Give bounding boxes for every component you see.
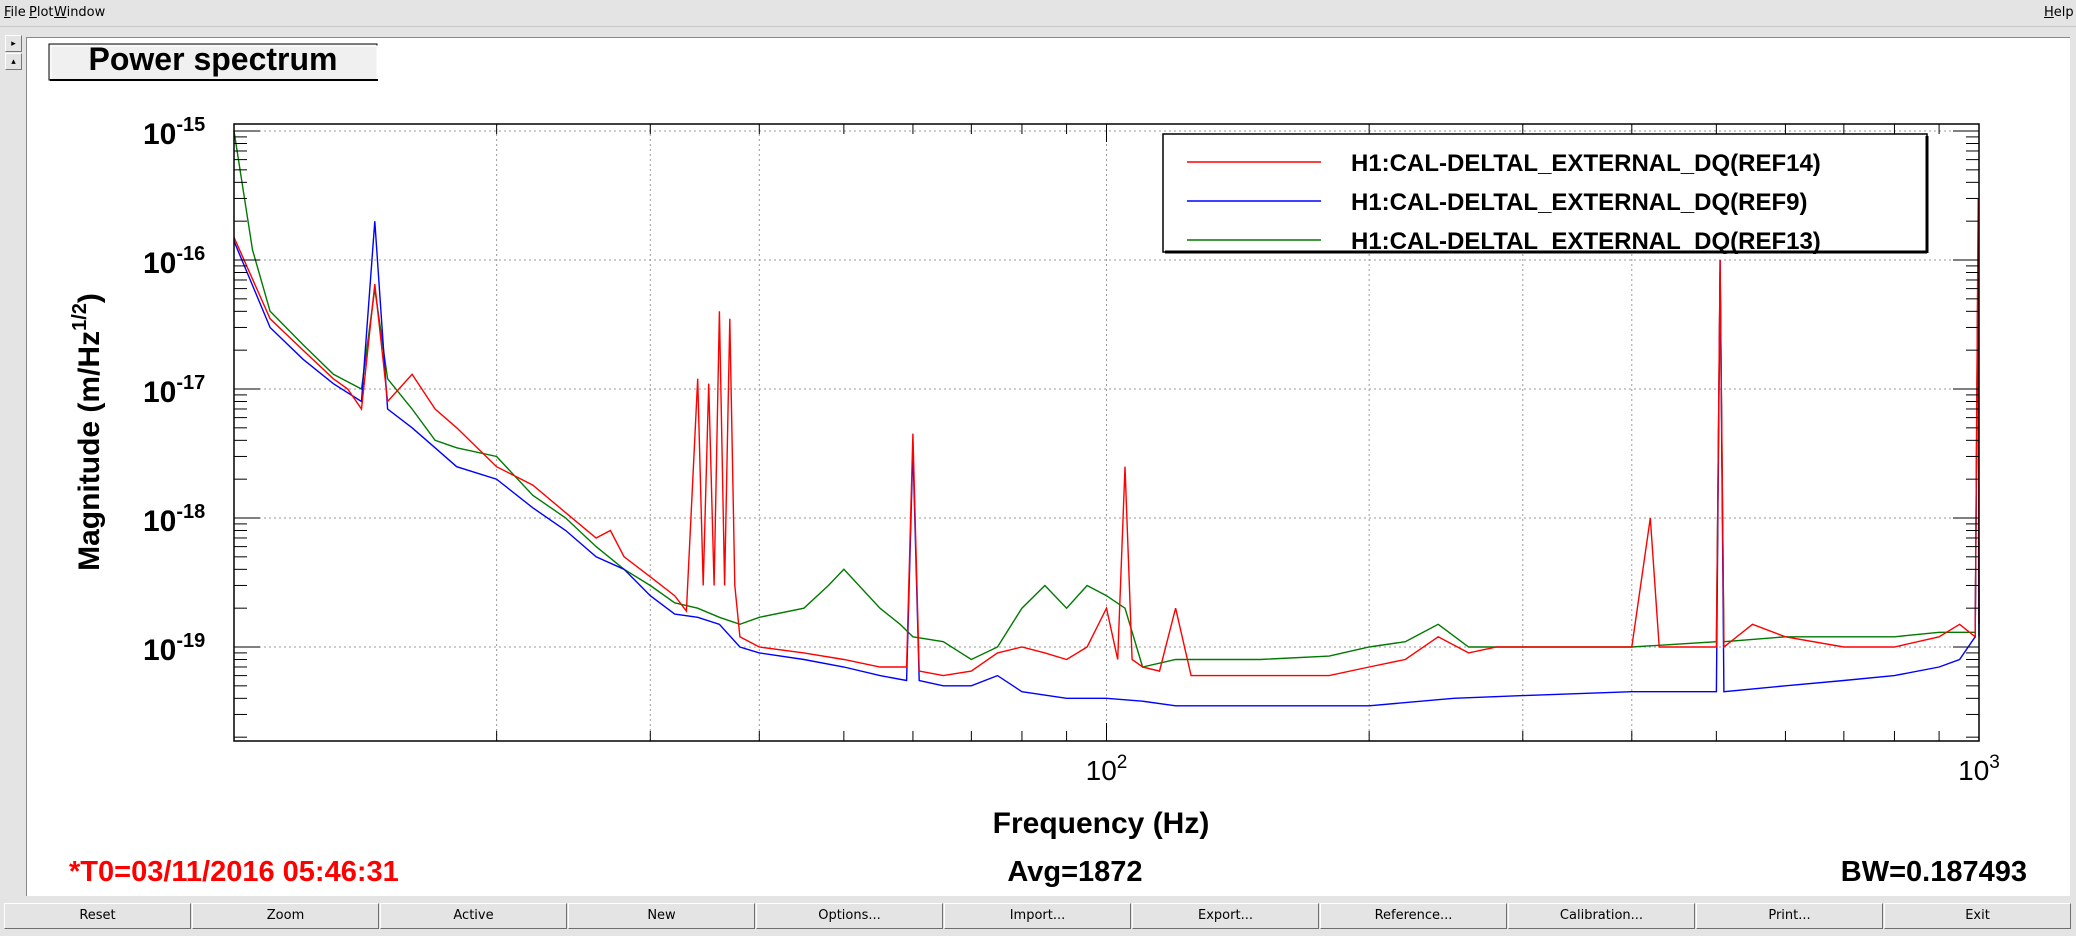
x-tick-label-base: 10 (1086, 755, 1117, 786)
x-tick-label-base: 10 (1958, 755, 1989, 786)
new-button[interactable]: New (568, 903, 755, 929)
x-axis-label: Frequency (Hz) (993, 807, 1210, 840)
reference-button[interactable]: Reference... (1320, 903, 1507, 929)
y-tick-labels: 10-1510-1610-1710-1810-19 (143, 114, 205, 667)
x-tick-labels: 102 103 (1086, 752, 2000, 786)
x-tick-label: 103 (1958, 752, 2000, 786)
y-tick-label-base: 10 (143, 634, 176, 667)
y-tick-label: 10-16 (143, 243, 205, 280)
y-tick-label-exp: -17 (176, 372, 205, 394)
x-tick-label-exp: 2 (1117, 752, 1128, 773)
left-scroll-gutter: ▸ ▴ (0, 27, 26, 896)
legend-label: H1:CAL-DELTAL_EXTERNAL_DQ(REF14) (1351, 150, 1821, 177)
print-button[interactable]: Print... (1696, 903, 1883, 929)
menu-file[interactable]: File (4, 5, 26, 20)
avg-label: Avg=1872 (1007, 856, 1142, 888)
y-tick-label: 10-19 (143, 630, 205, 667)
active-button[interactable]: Active (380, 903, 567, 929)
y-axis-label-close: ) (73, 293, 106, 303)
title-box: Power spectrum (48, 41, 378, 81)
y-axis-label-sup: 1/2 (69, 303, 91, 331)
plot-title: Power spectrum (89, 41, 338, 77)
export-button[interactable]: Export... (1132, 903, 1319, 929)
legend-label: H1:CAL-DELTAL_EXTERNAL_DQ(REF13) (1351, 228, 1821, 255)
y-axis-label: Magnitude (m/Hz1/2) (69, 293, 106, 571)
y-tick-label-exp: -16 (176, 243, 205, 265)
t0-label: *T0=03/11/2016 05:46:31 (69, 856, 399, 888)
menu-help[interactable]: Help (2044, 5, 2074, 20)
y-tick-label-exp: -15 (176, 114, 205, 136)
diagnostic-test-tool-window: File Plot Window Help ▸ ▴ Power spectrum (0, 0, 2076, 936)
y-tick-label-base: 10 (143, 118, 176, 151)
menu-window[interactable]: Window (54, 5, 105, 20)
x-tick-label: 102 (1086, 752, 1128, 786)
scroll-up-icon[interactable]: ▴ (5, 53, 22, 70)
reset-button[interactable]: Reset (4, 903, 191, 929)
y-tick-label-base: 10 (143, 505, 176, 538)
plot-canvas[interactable]: Power spectrum 102 103 10-15 10-16 10-17 10-… (26, 37, 2070, 896)
menu-plot[interactable]: Plot (29, 5, 54, 20)
y-tick-label-base: 10 (143, 247, 176, 280)
y-tick-label-exp: -18 (176, 501, 205, 523)
zoom-button[interactable]: Zoom (192, 903, 379, 929)
y-tick-label: 10-18 (143, 501, 205, 538)
y-tick-label-base: 10 (143, 376, 176, 409)
calibration-button[interactable]: Calibration... (1508, 903, 1695, 929)
menu-bar: File Plot Window Help (0, 0, 2076, 27)
x-tick-label-exp: 3 (1989, 752, 2000, 773)
y-tick-label: 10-17 (143, 372, 205, 409)
scroll-right-icon[interactable]: ▸ (5, 35, 22, 52)
y-tick-label-exp: -19 (176, 630, 205, 652)
y-tick-label: 10-15 (143, 114, 205, 151)
button-bar: Reset Zoom Active New Options... Import... Exp… (0, 897, 2076, 936)
options-button[interactable]: Options... (756, 903, 943, 929)
legend-label: H1:CAL-DELTAL_EXTERNAL_DQ(REF9) (1351, 189, 1807, 216)
bw-label: BW=0.187493 (1841, 856, 2027, 888)
power-spectrum-plot[interactable]: Power spectrum 102 103 10-1510-1610-1710-… (27, 38, 2070, 896)
legend: H1:CAL-DELTAL_EXTERNAL_DQ(REF14) H1:CAL-D… (1162, 133, 1929, 255)
exit-button[interactable]: Exit (1884, 903, 2071, 929)
y-axis-label-main: Magnitude (m/Hz (73, 331, 106, 571)
import-button[interactable]: Import... (944, 903, 1131, 929)
